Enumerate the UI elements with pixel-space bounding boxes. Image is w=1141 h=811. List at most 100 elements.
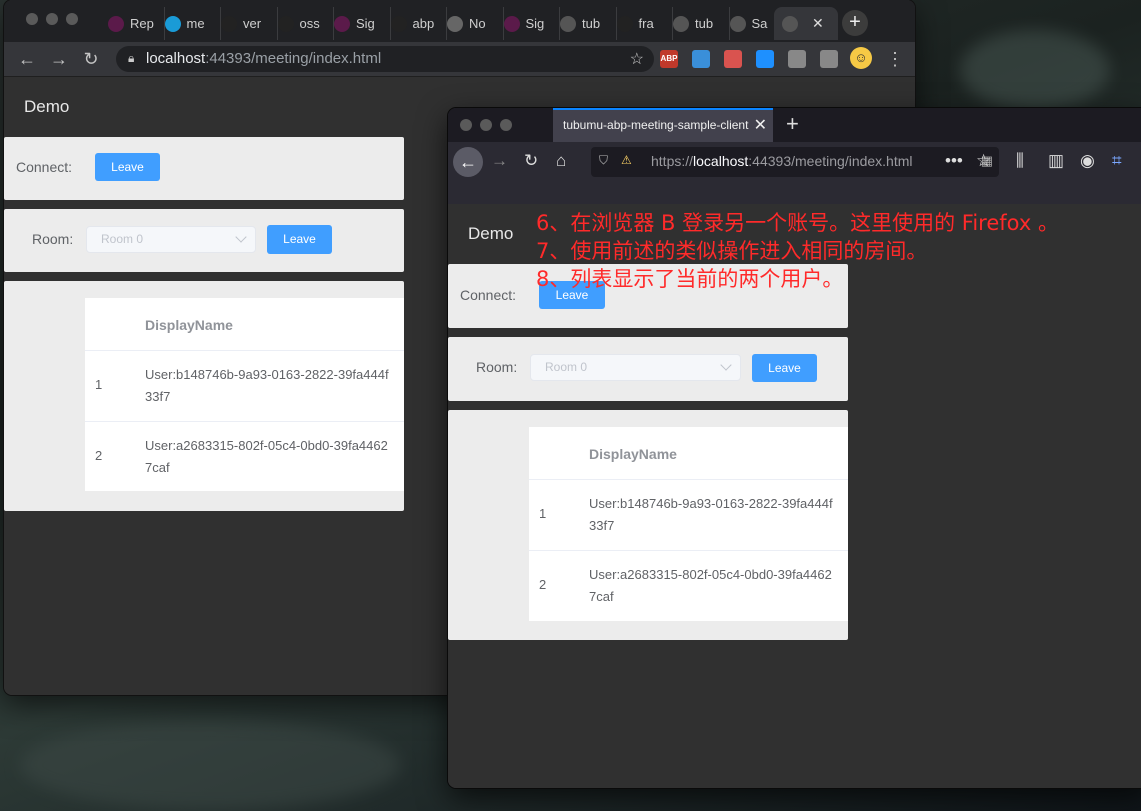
connect-label: Connect:: [460, 287, 517, 303]
loading-icon: [782, 15, 798, 32]
screenshot-icon[interactable]: ⌗: [1112, 151, 1122, 171]
table-row: 1 User:b148746b-9a93-0163-2822-39fa444f3…: [529, 480, 848, 551]
circle-icon: [164, 15, 181, 32]
chrome-tab[interactable]: Rep: [100, 7, 165, 40]
connect-leave-button[interactable]: Leave: [95, 153, 160, 181]
room-panel: Room: Room 0 Leave: [4, 209, 404, 272]
chrome-tab[interactable]: fra: [609, 7, 673, 40]
chrome-toolbar: ← → ↻ 🔒︎ localhost:44393/meeting/index.h…: [4, 42, 915, 77]
address-bar[interactable]: 🔒︎ localhost:44393/meeting/index.html ☆: [116, 46, 654, 72]
firefox-tab-active[interactable]: tubumu-abp-meeting-sample-client ✕: [553, 108, 773, 142]
insecure-lock-icon: ⚠: [621, 153, 632, 167]
chrome-tab-label: Rep: [130, 16, 154, 31]
firefox-nav-bar: ← → ↻ ⌂ ⛉ ⚠ https://localhost:44393/meet…: [448, 142, 1141, 182]
chrome-tab[interactable]: Sig: [496, 7, 560, 40]
table-header: DisplayName: [529, 427, 848, 480]
users-panel: DisplayName 1 User:b148746b-9a93-0163-28…: [4, 281, 404, 511]
table-header: DisplayName: [85, 298, 404, 351]
sidebar-icon[interactable]: ▥: [1048, 151, 1064, 171]
close-window-button[interactable]: [26, 13, 38, 25]
zoom-window-button[interactable]: [500, 119, 512, 131]
chrome-tab-active[interactable]: ✕: [774, 7, 838, 40]
chrome-tab[interactable]: ver: [213, 7, 278, 40]
chrome-tab[interactable]: abp: [383, 7, 447, 40]
page-title: Demo: [468, 224, 514, 243]
puzzle-icon[interactable]: [820, 50, 838, 68]
address-bar[interactable]: ⛉ ⚠ https://localhost:44393/meeting/inde…: [591, 147, 999, 177]
reload-icon[interactable]: ↻: [524, 151, 538, 171]
chrome-tab-label: tub: [695, 16, 714, 31]
chrome-tab-label: ver: [243, 16, 262, 31]
chevron-down-icon: [235, 231, 247, 243]
more-actions-icon[interactable]: •••: [945, 151, 963, 171]
row-display-name: User:b148746b-9a93-0163-2822-39fa444f33f…: [589, 496, 833, 533]
cat-icon: [447, 15, 463, 32]
bookmark-star-icon[interactable]: ☆: [976, 151, 991, 171]
zoom-window-button[interactable]: [66, 13, 78, 25]
profile-avatar-icon[interactable]: ☺: [850, 47, 872, 69]
back-icon[interactable]: ←: [16, 48, 38, 70]
connect-label: Connect:: [16, 159, 73, 175]
table-row: 2 User:a2683315-802f-05c4-0bd0-39fa44627…: [85, 422, 404, 491]
tab-title: tubumu-abp-meeting-sample-client: [563, 118, 749, 132]
reload-icon[interactable]: ↻: [80, 48, 102, 70]
new-tab-button[interactable]: +: [842, 10, 868, 36]
menu-icon[interactable]: ⋮: [884, 48, 906, 70]
shield-icon: ⛉: [599, 153, 609, 167]
chrome-tab-label: fra: [638, 16, 654, 31]
row-index: 2: [539, 577, 547, 592]
globe-icon: [673, 15, 689, 32]
row-display-name: User:b148746b-9a93-0163-2822-39fa444f33f…: [145, 367, 389, 404]
square-ext-icon[interactable]: [788, 50, 806, 68]
globe-icon: [729, 15, 746, 32]
chrome-tab-label: Sa: [751, 16, 768, 31]
new-tab-button[interactable]: +: [786, 111, 799, 137]
room-leave-button[interactable]: Leave: [267, 225, 332, 254]
back-icon[interactable]: ←: [453, 147, 483, 177]
users-table: DisplayName 1 User:b148746b-9a93-0163-28…: [529, 427, 848, 621]
minimize-window-button[interactable]: [46, 13, 58, 25]
chrome-tab[interactable]: oss: [270, 7, 334, 40]
row-display-name: User:a2683315-802f-05c4-0bd0-39fa44627ca…: [589, 567, 832, 604]
bookmark-ext-icon[interactable]: [756, 50, 774, 68]
address-url: localhost:44393/meeting/index.html: [146, 50, 382, 67]
github-icon: [616, 15, 633, 32]
room-select[interactable]: Room 0: [530, 354, 741, 381]
column-header-displayname: DisplayName: [589, 446, 677, 462]
network-ext-icon[interactable]: [724, 50, 742, 68]
table-row: 1 User:b148746b-9a93-0163-2822-39fa444f3…: [85, 351, 404, 422]
account-icon[interactable]: ◉: [1080, 151, 1095, 171]
close-tab-icon[interactable]: ✕: [754, 110, 767, 141]
row-display-name: User:a2683315-802f-05c4-0bd0-39fa44627ca…: [145, 438, 388, 475]
home-icon[interactable]: ⌂: [556, 151, 566, 171]
room-panel: Room: Room 0 Leave: [448, 337, 848, 401]
row-index: 1: [95, 377, 103, 392]
close-window-button[interactable]: [460, 119, 472, 131]
chrome-tab-label: tub: [582, 16, 601, 31]
chrome-tab-strip: Rep me ver oss Sig abp No Sig tub fra tub Sa ✕ +: [4, 0, 915, 42]
signalr-icon: [108, 15, 124, 32]
shield-ext-icon[interactable]: [692, 50, 710, 68]
chrome-tab[interactable]: tub: [665, 7, 730, 40]
chrome-tab-label: oss: [299, 16, 320, 31]
forward-icon[interactable]: →: [491, 151, 508, 171]
close-tab-icon[interactable]: ✕: [812, 15, 824, 32]
signalr-icon: [503, 15, 520, 32]
room-leave-button[interactable]: Leave: [752, 354, 817, 382]
chrome-tab[interactable]: me: [157, 7, 221, 40]
minimize-window-button[interactable]: [480, 119, 492, 131]
abp-icon[interactable]: ABP: [660, 50, 678, 68]
room-label: Room:: [476, 359, 518, 375]
wallpaper-light: [960, 30, 1110, 110]
library-icon[interactable]: ⫼: [1016, 151, 1024, 171]
bookmark-star-icon[interactable]: ☆: [630, 49, 644, 69]
room-select[interactable]: Room 0: [86, 226, 256, 253]
chrome-tab-label: abp: [412, 16, 435, 31]
chrome-tab[interactable]: Sig: [326, 7, 391, 40]
connect-panel: Connect: Leave: [4, 137, 404, 200]
forward-icon[interactable]: →: [48, 48, 70, 70]
chrome-tab[interactable]: No: [439, 7, 504, 40]
address-url: https://localhost:44393/meeting/index.ht…: [651, 153, 913, 169]
column-header-displayname: DisplayName: [145, 317, 233, 333]
chrome-tab[interactable]: tub: [552, 7, 617, 40]
